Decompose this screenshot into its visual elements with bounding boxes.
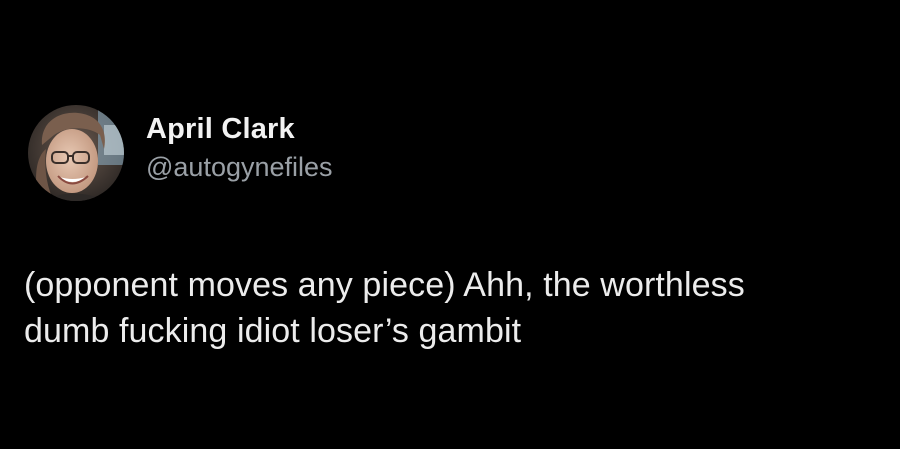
tweet-card: April Clark @autogynefiles (opponent mov… [0, 0, 900, 449]
tweet-author-row: April Clark @autogynefiles [28, 103, 333, 203]
tweet-text: (opponent moves any piece) Ahh, the wort… [24, 262, 884, 354]
author-display-name[interactable]: April Clark [146, 111, 333, 147]
tweet-text-line: dumb fucking idiot loser’s gambit [24, 312, 522, 350]
profile-photo-icon [28, 105, 124, 201]
tweet-text-line: (opponent moves any piece) Ahh, the wort… [24, 266, 745, 304]
author-handle[interactable]: @autogynefiles [146, 149, 333, 185]
avatar[interactable] [28, 105, 124, 201]
author-info: April Clark @autogynefiles [146, 111, 333, 185]
